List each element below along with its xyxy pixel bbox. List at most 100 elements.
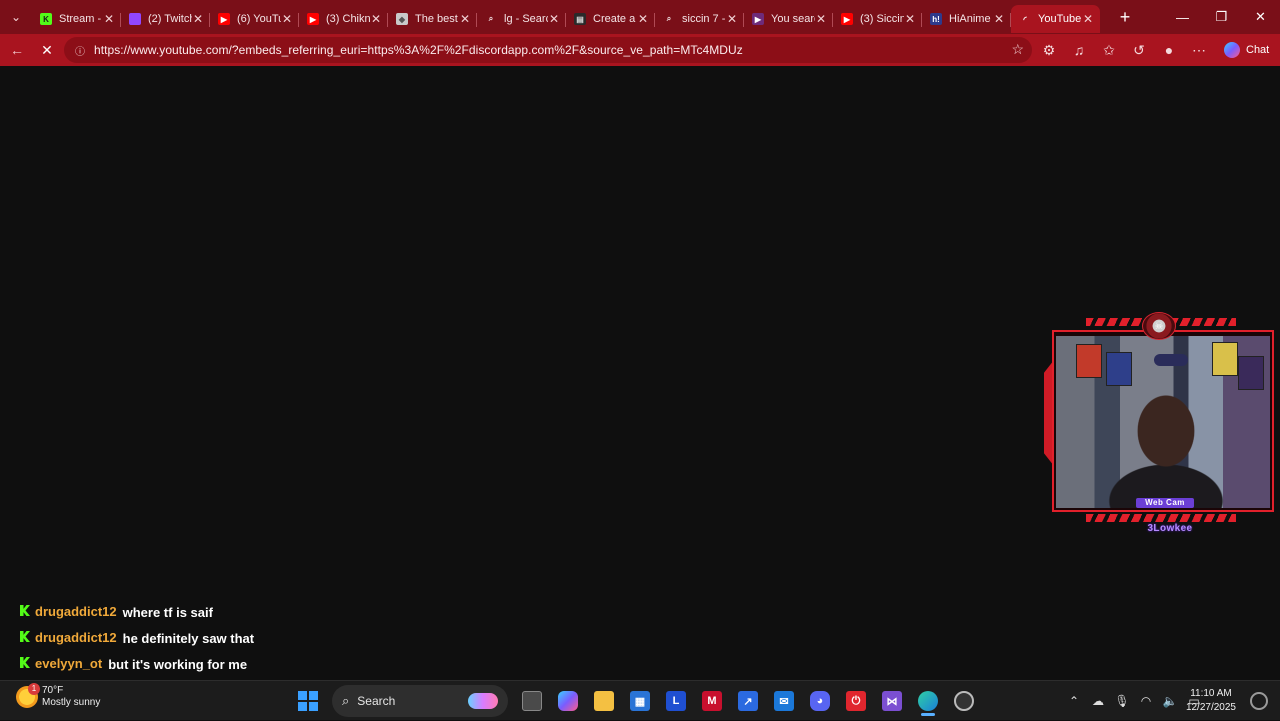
wall-poster: [1106, 352, 1132, 386]
task-view-icon[interactable]: [514, 685, 550, 717]
tab-title: Stream - Kick: [59, 13, 103, 25]
webcam-stripe-bottom: [1086, 514, 1236, 522]
copilot-chat-button[interactable]: Chat: [1218, 38, 1275, 62]
tab-close-icon[interactable]: ✕: [815, 12, 827, 26]
browser-tab[interactable]: ◆ The best ✕: [388, 5, 477, 33]
clock-time: 11:10 AM: [1190, 688, 1232, 699]
microphone-icon[interactable]: 🎙: [1110, 694, 1134, 708]
extensions-puzzle-icon[interactable]: ⚙: [1034, 34, 1064, 66]
obs-app-icon[interactable]: [946, 685, 982, 717]
tab-close-icon[interactable]: ✕: [637, 12, 649, 26]
browser-tab[interactable]: ◜ YouTube ✕: [1011, 5, 1100, 33]
chat-message: evelyyn_ot but it's working for me: [20, 654, 260, 676]
browser-tab[interactable]: ▤ Create a ✕: [566, 5, 655, 33]
stream-chat-overlay: drugaddict12 where tf is saif drugaddict12…: [20, 602, 260, 680]
tab-title: Create a: [593, 13, 636, 25]
maximize-icon[interactable]: ❐: [1202, 0, 1241, 34]
url-text[interactable]: https://www.youtube.com/?embeds_referrin…: [94, 43, 743, 57]
profile-avatar-icon[interactable]: ●: [1154, 34, 1184, 66]
browser-tab[interactable]: ⌕ siccin 7 - ✕: [655, 5, 744, 33]
tab-strip: ⌄ KStream - Kick✕(2) Twitch✕▶(6) YouTube…: [0, 0, 1280, 34]
mail-icon[interactable]: ✉: [766, 685, 802, 717]
chat-label: Chat: [1246, 44, 1270, 56]
tab-close-icon[interactable]: ✕: [993, 12, 1005, 26]
taskbar-pinned-apps: ⌕ Search ▦ L M ↗ ✉ ◕ ⏻ ⋈: [290, 685, 982, 717]
site-info-icon[interactable]: ⓘ: [74, 44, 86, 58]
copilot-icon: [1224, 42, 1240, 58]
tab-close-icon[interactable]: ✕: [192, 12, 204, 26]
tab-title: lg - Search: [504, 13, 548, 25]
favorites-icon[interactable]: ✩: [1094, 34, 1124, 66]
windows-taskbar: 1 70°F Mostly sunny ⌕ Search ▦ L M ↗ ✉ ◕…: [0, 680, 1280, 720]
notification-center-icon[interactable]: [1250, 692, 1268, 710]
browser-tab[interactable]: (2) Twitch ✕: [121, 5, 210, 33]
tab-close-icon[interactable]: ✕: [904, 12, 916, 26]
tab-close-icon[interactable]: ✕: [548, 12, 560, 26]
recorder-app-icon[interactable]: ⏻: [838, 685, 874, 717]
copilot-app-icon[interactable]: [550, 685, 586, 717]
tab-close-icon[interactable]: ✕: [281, 12, 293, 26]
window-controls: — ❐ ✕: [1163, 0, 1280, 34]
draw-app-icon[interactable]: ↗: [730, 685, 766, 717]
start-windows-icon[interactable]: [290, 685, 326, 717]
kick-badge-icon: [20, 657, 30, 668]
more-options-icon[interactable]: ⋯: [1184, 34, 1214, 66]
browser-tab[interactable]: ⌕ lg - Search✕: [477, 5, 566, 33]
search-icon: ⌕: [342, 693, 350, 708]
file-explorer-icon[interactable]: [586, 685, 622, 717]
browser-tab[interactable]: ▶ (3) Chikn ✕: [299, 5, 388, 33]
browser-tab[interactable]: h! HiAnime ✕: [922, 5, 1011, 33]
taskbar-clock[interactable]: 11:10 AM 12/27/2025: [1186, 687, 1236, 715]
microsoft-store-icon[interactable]: ▦: [622, 685, 658, 717]
browser-toolbar: ← ✕ ⓘ https://www.youtube.com/?embeds_re…: [0, 34, 1280, 66]
tab-favicon-icon: ◆: [396, 13, 408, 25]
new-tab-plus-icon[interactable]: +: [1110, 7, 1140, 28]
bandana: [1154, 354, 1188, 366]
favorite-star-icon[interactable]: ☆: [1011, 41, 1024, 58]
stop-loading-icon[interactable]: ✕: [32, 36, 62, 64]
chat-message: drugaddict12 where tf is saif: [20, 602, 260, 624]
tab-close-icon[interactable]: ✕: [726, 12, 738, 26]
tab-close-icon[interactable]: ✕: [370, 12, 382, 26]
minimize-icon[interactable]: —: [1163, 0, 1202, 34]
onedrive-cloud-icon[interactable]: ☁: [1086, 694, 1110, 708]
tab-favicon-icon: ▶: [218, 13, 230, 25]
tab-favicon-icon: [129, 13, 141, 25]
media-control-icon[interactable]: ♫: [1064, 34, 1094, 66]
edge-browser-icon[interactable]: [910, 685, 946, 717]
history-icon[interactable]: ↺: [1124, 34, 1154, 66]
tab-title: The best: [415, 13, 458, 25]
tab-favicon-icon: ▶: [841, 13, 853, 25]
weather-temp: 70°F: [42, 685, 64, 696]
weather-widget[interactable]: 1 70°F Mostly sunny: [16, 683, 100, 709]
browser-tab[interactable]: ▶ (3) Siccin ✕: [833, 5, 922, 33]
tab-close-icon[interactable]: ✕: [1082, 12, 1094, 26]
tab-title: HiAnime: [949, 13, 991, 25]
chat-username: evelyyn_ot: [35, 656, 103, 671]
tab-favicon-icon: ⌕: [666, 14, 672, 23]
lastpass-l-icon[interactable]: L: [658, 685, 694, 717]
wifi-icon[interactable]: ◠: [1134, 694, 1158, 708]
tab-favicon-icon: ▶: [752, 13, 764, 25]
visual-studio-icon[interactable]: ⋈: [874, 685, 910, 717]
browser-tab[interactable]: ▶ (6) YouTube✕: [210, 5, 299, 33]
back-arrow-icon[interactable]: ←: [2, 36, 32, 64]
webcam-label: Web Cam: [1136, 498, 1194, 508]
show-hidden-icons-chevron-icon[interactable]: ⌃: [1062, 694, 1086, 708]
tab-favicon-icon: ◜: [1023, 14, 1027, 24]
system-tray: ⌃ ☁ 🎙 ◠ 🔈 ▭: [1062, 681, 1206, 721]
taskbar-search[interactable]: ⌕ Search: [332, 685, 508, 717]
skull-emblem-icon: ☠: [1142, 312, 1176, 340]
tab-actions-chevron-icon[interactable]: ⌄: [0, 0, 32, 34]
address-bar[interactable]: ⓘ https://www.youtube.com/?embeds_referr…: [64, 37, 1032, 63]
discord-icon[interactable]: ◕: [802, 685, 838, 717]
toolbar-extensions: ⚙ ♫ ✩ ↺ ● ⋯: [1034, 34, 1214, 66]
wall-poster: [1238, 356, 1264, 390]
tab-close-icon[interactable]: ✕: [459, 12, 471, 26]
volume-icon[interactable]: 🔈: [1158, 694, 1182, 708]
mcafee-shield-icon[interactable]: M: [694, 685, 730, 717]
close-window-icon[interactable]: ✕: [1241, 0, 1280, 34]
browser-tab[interactable]: ▶ You search✕: [744, 5, 833, 33]
tab-close-icon[interactable]: ✕: [103, 12, 115, 26]
browser-tab[interactable]: K Stream - Kick✕: [32, 5, 121, 33]
